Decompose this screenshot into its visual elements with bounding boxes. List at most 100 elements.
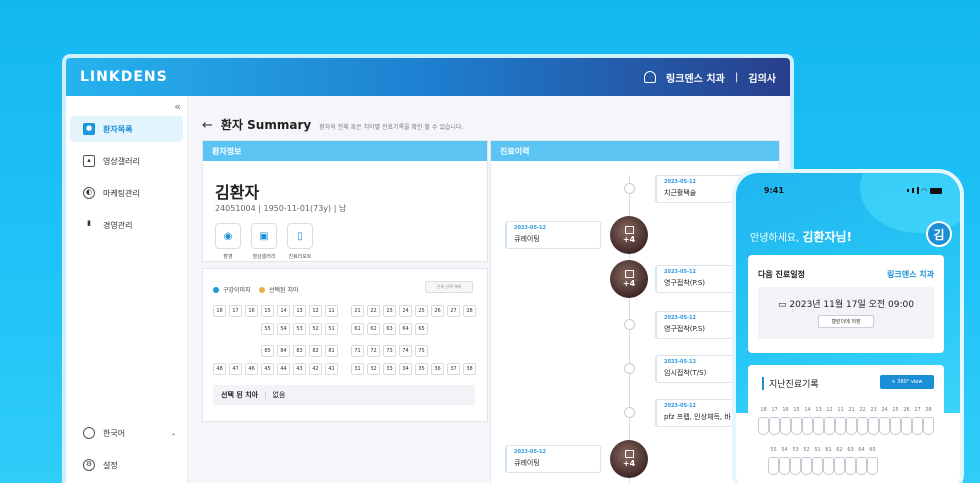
tooth-cell[interactable]: 32 [367, 363, 380, 375]
xray-thumbnail[interactable]: +4 [610, 260, 648, 298]
tooth-cell[interactable]: 42 [309, 363, 322, 375]
tooth-cell[interactable]: 53 [293, 323, 306, 335]
tooth-cell[interactable]: 75 [415, 345, 428, 357]
tooth-cell[interactable]: 45 [261, 363, 274, 375]
tooth-shape[interactable] [813, 417, 824, 435]
tooth-cell[interactable]: 28 [463, 305, 476, 317]
tooth-shape[interactable] [823, 457, 834, 475]
tooth-cell[interactable]: 82 [309, 345, 322, 357]
tooth-shape[interactable] [780, 417, 791, 435]
tooth-cell[interactable]: 27 [447, 305, 460, 317]
sidebar-item-marketing[interactable]: ◐ 마케팅관리 [70, 180, 183, 206]
tooth-shape[interactable] [868, 417, 879, 435]
report-button[interactable]: ▯ [287, 223, 313, 249]
sidebar-item-patients[interactable]: ● 환자목록 [70, 116, 183, 142]
user-name[interactable]: 김의사 [748, 70, 776, 85]
tooth-shape[interactable] [867, 457, 878, 475]
history-entry[interactable]: 2023-05-12 큐레이팅 [505, 445, 601, 473]
tooth-shape[interactable] [768, 457, 779, 475]
xray-thumbnail[interactable]: +4 [610, 216, 648, 254]
tooth-cell[interactable]: 64 [399, 323, 412, 335]
sidebar-item-gallery[interactable]: ▴ 영상갤러리 [70, 148, 183, 174]
tooth-cell[interactable]: 47 [229, 363, 242, 375]
tooth-cell[interactable]: 15 [261, 305, 274, 317]
tooth-shape[interactable] [779, 457, 790, 475]
tooth-cell[interactable]: 63 [383, 323, 396, 335]
tooth-cell[interactable]: 21 [351, 305, 364, 317]
tooth-cell[interactable]: 35 [415, 363, 428, 375]
view-360-button[interactable]: + 360° view [880, 375, 934, 389]
bell-icon[interactable] [644, 71, 657, 83]
tooth-shape[interactable] [834, 457, 845, 475]
tooth-cell[interactable]: 72 [367, 345, 380, 357]
tooth-cell[interactable]: 25 [415, 305, 428, 317]
tooth-cell[interactable]: 36 [431, 363, 444, 375]
tooth-cell[interactable]: 62 [367, 323, 380, 335]
tooth-shape[interactable] [801, 457, 812, 475]
sidebar-item-management[interactable]: ▮ 경영관리 [70, 212, 183, 238]
collapse-icon[interactable]: « [174, 100, 181, 113]
tooth-cell[interactable]: 74 [399, 345, 412, 357]
app-logo[interactable]: LINKDENS [80, 69, 168, 85]
tooth-cell[interactable]: 34 [399, 363, 412, 375]
tooth-cell[interactable]: 85 [261, 345, 274, 357]
tooth-shape[interactable] [824, 417, 835, 435]
tooth-cell[interactable]: 65 [415, 323, 428, 335]
tooth-cell[interactable]: 26 [431, 305, 444, 317]
history-entry[interactable]: 2023-05-12 큐레이팅 [505, 221, 601, 249]
tooth-shape[interactable] [812, 457, 823, 475]
tooth-shape[interactable] [890, 417, 901, 435]
gallery-button[interactable]: ▣ [251, 223, 277, 249]
tooth-shape[interactable] [835, 417, 846, 435]
tooth-shape[interactable] [758, 417, 769, 435]
tooth-cell[interactable]: 22 [367, 305, 380, 317]
tooth-cell[interactable]: 48 [213, 363, 226, 375]
tooth-shape[interactable] [769, 417, 780, 435]
tooth-shape[interactable] [879, 417, 890, 435]
camera-button[interactable]: ◉ [215, 223, 241, 249]
tooth-shape[interactable] [923, 417, 934, 435]
save-calendar-button[interactable]: 캘린더에 저장 [818, 315, 874, 328]
tooth-shape[interactable] [790, 457, 801, 475]
tooth-cell[interactable]: 51 [325, 323, 338, 335]
tooth-cell[interactable]: 43 [293, 363, 306, 375]
tooth-cell[interactable]: 61 [351, 323, 364, 335]
tooth-shape[interactable] [802, 417, 813, 435]
tooth-cell[interactable]: 13 [293, 305, 306, 317]
tooth-cell[interactable]: 37 [447, 363, 460, 375]
tooth-cell[interactable]: 52 [309, 323, 322, 335]
tooth-cell[interactable]: 33 [383, 363, 396, 375]
tooth-cell[interactable]: 16 [245, 305, 258, 317]
back-arrow-icon[interactable]: ← [202, 118, 213, 133]
tooth-cell[interactable]: 23 [383, 305, 396, 317]
tooth-cell[interactable]: 18 [213, 305, 226, 317]
tooth-cell[interactable]: 71 [351, 345, 364, 357]
xray-thumbnail[interactable]: +4 [610, 440, 648, 478]
deselect-all-button[interactable]: 전체 선택 해제 [425, 281, 473, 293]
tooth-cell[interactable]: 31 [351, 363, 364, 375]
tooth-shape[interactable] [856, 457, 867, 475]
avatar[interactable]: 김 [926, 221, 952, 247]
tooth-cell[interactable]: 41 [325, 363, 338, 375]
tooth-cell[interactable]: 17 [229, 305, 242, 317]
tooth-cell[interactable]: 14 [277, 305, 290, 317]
tooth-cell[interactable]: 81 [325, 345, 338, 357]
tooth-shape[interactable] [901, 417, 912, 435]
tooth-shape[interactable] [857, 417, 868, 435]
tooth-cell[interactable]: 38 [463, 363, 476, 375]
sidebar-item-settings[interactable]: ⚙ 설정 [70, 452, 184, 478]
tooth-cell[interactable]: 11 [325, 305, 338, 317]
tooth-shape[interactable] [846, 417, 857, 435]
tooth-cell[interactable]: 24 [399, 305, 412, 317]
tooth-cell[interactable]: 54 [277, 323, 290, 335]
language-select[interactable]: 한국어 ⌄ [70, 420, 184, 446]
tooth-cell[interactable]: 44 [277, 363, 290, 375]
tooth-cell[interactable]: 12 [309, 305, 322, 317]
tooth-cell[interactable]: 73 [383, 345, 396, 357]
tooth-cell[interactable]: 55 [261, 323, 274, 335]
tooth-shape[interactable] [845, 457, 856, 475]
tooth-shape[interactable] [912, 417, 923, 435]
tooth-shape[interactable] [791, 417, 802, 435]
tooth-cell[interactable]: 46 [245, 363, 258, 375]
tooth-cell[interactable]: 84 [277, 345, 290, 357]
